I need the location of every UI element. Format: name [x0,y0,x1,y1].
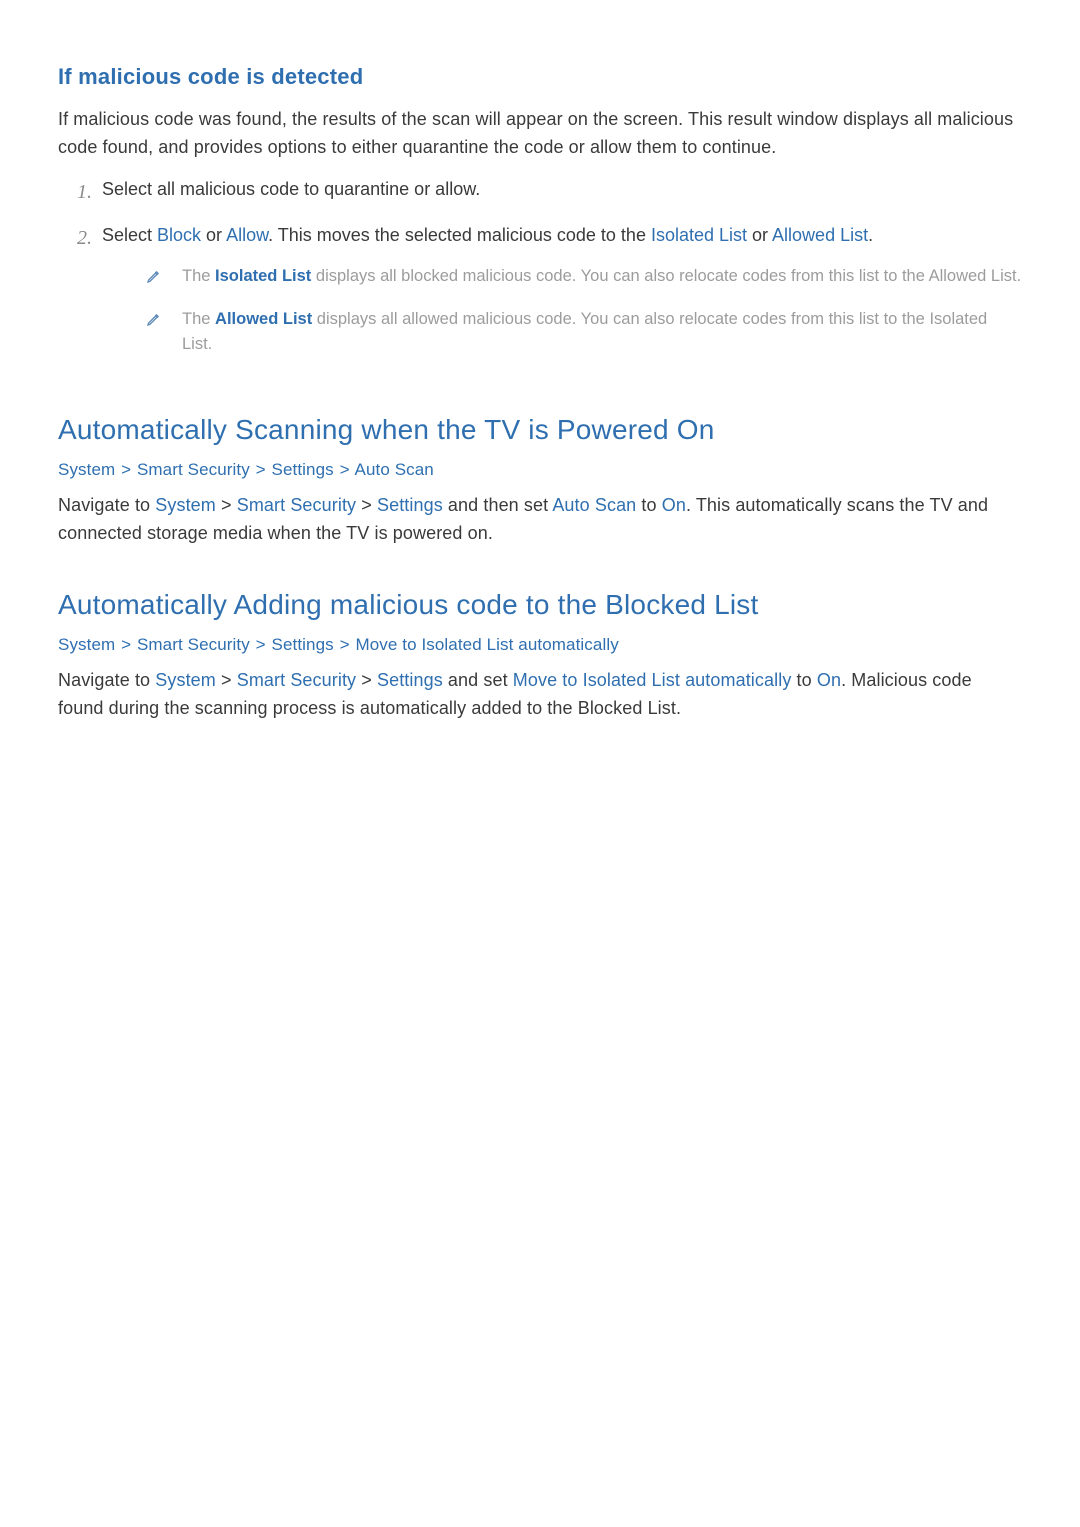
term-isolated-list: Isolated List [215,267,311,285]
term-smart-security: Smart Security [237,670,356,690]
note-list: The Isolated List displays all blocked m… [146,264,1022,358]
term-on: On [662,495,686,515]
text: Navigate to [58,670,155,690]
chevron-right-icon: > [120,460,132,479]
text: displays all blocked malicious code. You… [311,267,1021,285]
note-text: The Allowed List displays all allowed ma… [182,307,1022,358]
note-text: The Isolated List displays all blocked m… [182,264,1022,290]
pencil-icon [146,307,168,336]
text: to [636,495,661,515]
term-system: System [155,495,216,515]
term-settings: Settings [377,495,443,515]
text: > [356,495,377,515]
breadcrumb: System > Smart Security > Settings > Mov… [58,635,1022,655]
term-system: System [155,670,216,690]
step-number: 1. [58,176,92,208]
chevron-right-icon: > [120,635,132,654]
sub-heading-detected: If malicious code is detected [58,64,1022,90]
text: and set [443,670,513,690]
term-move-isolated: Move to Isolated List automatically [513,670,792,690]
bc-move-isolated: Move to Isolated List automatically [355,635,618,654]
pencil-icon [146,264,168,293]
term-on: On [817,670,841,690]
bc-settings: Settings [272,635,334,654]
breadcrumb: System > Smart Security > Settings > Aut… [58,460,1022,480]
term-block: Block [157,225,201,245]
term-allowed-list: Allowed List [215,310,312,328]
heading-auto-scan: Automatically Scanning when the TV is Po… [58,414,1022,446]
heading-auto-add-blocked: Automatically Adding malicious code to t… [58,589,1022,621]
step-2: 2. Select Block or Allow. This moves the… [58,222,1022,372]
text: . [868,225,873,245]
step-1: 1. Select all malicious code to quaranti… [58,176,1022,208]
text: or [201,225,226,245]
note-item: The Isolated List displays all blocked m… [146,264,1022,293]
text: The [182,310,215,328]
text: and then set [443,495,553,515]
bc-system: System [58,460,115,479]
text: Navigate to [58,495,155,515]
term-isolated-list: Isolated List [651,225,747,245]
chevron-right-icon: > [339,460,351,479]
chevron-right-icon: > [255,635,267,654]
text: Select [102,225,157,245]
text: > [356,670,377,690]
steps-list: 1. Select all malicious code to quaranti… [58,176,1022,372]
step-text: Select Block or Allow. This moves the se… [102,222,1022,372]
bc-settings: Settings [272,460,334,479]
note-item: The Allowed List displays all allowed ma… [146,307,1022,358]
term-smart-security: Smart Security [237,495,356,515]
term-allowed-list: Allowed List [772,225,868,245]
term-settings: Settings [377,670,443,690]
chevron-right-icon: > [339,635,351,654]
text: The [182,267,215,285]
text: or [747,225,772,245]
auto-add-paragraph: Navigate to System > Smart Security > Se… [58,667,1022,723]
chevron-right-icon: > [255,460,267,479]
bc-system: System [58,635,115,654]
term-auto-scan: Auto Scan [552,495,636,515]
text: > [216,495,237,515]
auto-scan-paragraph: Navigate to System > Smart Security > Se… [58,492,1022,548]
bc-smart-security: Smart Security [137,635,250,654]
bc-auto-scan: Auto Scan [355,460,434,479]
intro-paragraph: If malicious code was found, the results… [58,106,1022,162]
step-text: Select all malicious code to quarantine … [102,176,1022,204]
text: . This moves the selected malicious code… [268,225,651,245]
text: > [216,670,237,690]
text: to [791,670,816,690]
term-allow: Allow [226,225,268,245]
bc-smart-security: Smart Security [137,460,250,479]
step-number: 2. [58,222,92,254]
